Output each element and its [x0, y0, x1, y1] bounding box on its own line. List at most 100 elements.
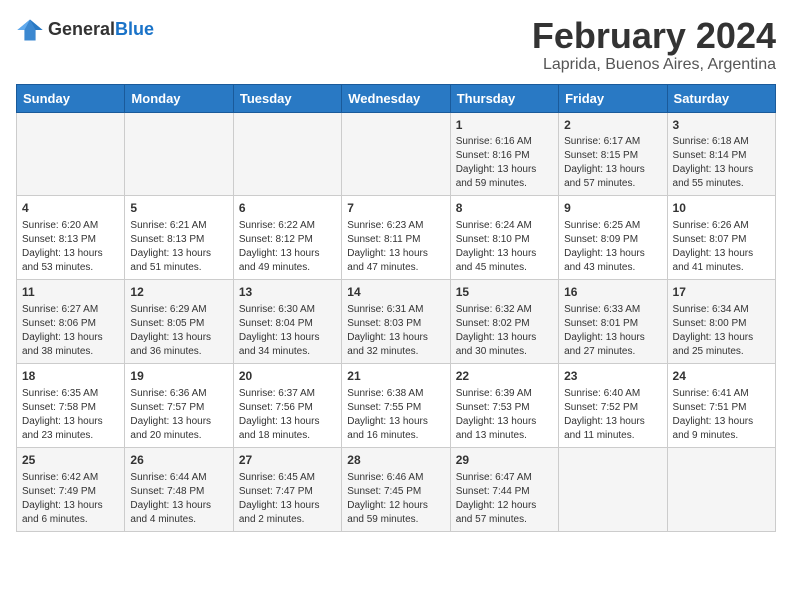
day-number: 12 [130, 284, 227, 301]
calendar-cell-w1-d4 [342, 112, 450, 196]
calendar-cell-w5-d2: 26 Sunrise: 6:44 AM Sunset: 7:48 PM Dayli… [125, 447, 233, 531]
header-tuesday: Tuesday [233, 84, 341, 112]
day-info: Sunrise: 6:45 AM Sunset: 7:47 PM Dayligh… [239, 471, 336, 527]
header: GeneralBlue February 2024 Laprida, Bueno… [16, 16, 776, 74]
calendar-cell-w1-d5: 1Sunrise: 6:16 AM Sunset: 8:16 PM Daylig… [450, 112, 558, 196]
day-info: Sunrise: 6:23 AM Sunset: 8:11 PM Dayligh… [347, 219, 444, 275]
calendar-cell-w5-d3: 27 Sunrise: 6:45 AM Sunset: 7:47 PM Dayli… [233, 447, 341, 531]
day-number: 3 [673, 117, 770, 134]
day-number: 4 [22, 200, 119, 217]
calendar-cell-w2-d4: 7 Sunrise: 6:23 AM Sunset: 8:11 PM Daylig… [342, 196, 450, 280]
day-number: 28 [347, 452, 444, 469]
calendar-cell-w1-d7: 3Sunrise: 6:18 AM Sunset: 8:14 PM Daylig… [667, 112, 775, 196]
header-friday: Friday [559, 84, 667, 112]
day-info: Sunrise: 6:37 AM Sunset: 7:56 PM Dayligh… [239, 387, 336, 443]
day-number: 15 [456, 284, 553, 301]
calendar-cell-w1-d1 [17, 112, 125, 196]
day-info: Sunrise: 6:41 AM Sunset: 7:51 PM Dayligh… [673, 387, 770, 443]
day-info: Sunrise: 6:25 AM Sunset: 8:09 PM Dayligh… [564, 219, 661, 275]
calendar-cell-w1-d6: 2Sunrise: 6:17 AM Sunset: 8:15 PM Daylig… [559, 112, 667, 196]
day-number: 2 [564, 117, 661, 134]
title-area: February 2024 Laprida, Buenos Aires, Arg… [532, 16, 776, 74]
day-info: Sunrise: 6:31 AM Sunset: 8:03 PM Dayligh… [347, 303, 444, 359]
day-info: Sunrise: 6:33 AM Sunset: 8:01 PM Dayligh… [564, 303, 661, 359]
calendar-cell-w3-d3: 13 Sunrise: 6:30 AM Sunset: 8:04 PM Dayli… [233, 280, 341, 364]
day-info: Sunrise: 6:16 AM Sunset: 8:16 PM Dayligh… [456, 135, 553, 191]
day-info: Sunrise: 6:47 AM Sunset: 7:44 PM Dayligh… [456, 471, 553, 527]
calendar-cell-w2-d6: 9 Sunrise: 6:25 AM Sunset: 8:09 PM Daylig… [559, 196, 667, 280]
day-info: Sunrise: 6:17 AM Sunset: 8:15 PM Dayligh… [564, 135, 661, 191]
calendar-cell-w3-d4: 14 Sunrise: 6:31 AM Sunset: 8:03 PM Dayli… [342, 280, 450, 364]
day-number: 13 [239, 284, 336, 301]
day-number: 25 [22, 452, 119, 469]
day-number: 5 [130, 200, 227, 217]
day-number: 27 [239, 452, 336, 469]
day-info: Sunrise: 6:27 AM Sunset: 8:06 PM Dayligh… [22, 303, 119, 359]
day-number: 17 [673, 284, 770, 301]
day-number: 7 [347, 200, 444, 217]
day-info: Sunrise: 6:38 AM Sunset: 7:55 PM Dayligh… [347, 387, 444, 443]
calendar-cell-w5-d5: 29Sunrise: 6:47 AM Sunset: 7:44 PM Dayli… [450, 447, 558, 531]
calendar-cell-w4-d2: 19 Sunrise: 6:36 AM Sunset: 7:57 PM Dayli… [125, 363, 233, 447]
calendar-cell-w4-d7: 24Sunrise: 6:41 AM Sunset: 7:51 PM Dayli… [667, 363, 775, 447]
header-sunday: Sunday [17, 84, 125, 112]
calendar-cell-w5-d7 [667, 447, 775, 531]
day-number: 8 [456, 200, 553, 217]
week-row-4: 18Sunrise: 6:35 AM Sunset: 7:58 PM Dayli… [17, 363, 776, 447]
week-row-1: 1Sunrise: 6:16 AM Sunset: 8:16 PM Daylig… [17, 112, 776, 196]
header-wednesday: Wednesday [342, 84, 450, 112]
calendar-cell-w5-d6 [559, 447, 667, 531]
day-number: 9 [564, 200, 661, 217]
calendar-cell-w1-d2 [125, 112, 233, 196]
day-info: Sunrise: 6:20 AM Sunset: 8:13 PM Dayligh… [22, 219, 119, 275]
day-number: 26 [130, 452, 227, 469]
calendar-cell-w5-d1: 25 Sunrise: 6:42 AM Sunset: 7:49 PM Dayli… [17, 447, 125, 531]
calendar-cell-w4-d4: 21 Sunrise: 6:38 AM Sunset: 7:55 PM Dayli… [342, 363, 450, 447]
day-number: 21 [347, 368, 444, 385]
week-row-2: 4 Sunrise: 6:20 AM Sunset: 8:13 PM Daylig… [17, 196, 776, 280]
calendar-cell-w2-d5: 8Sunrise: 6:24 AM Sunset: 8:10 PM Daylig… [450, 196, 558, 280]
logo-general-text: GeneralBlue [48, 20, 154, 40]
day-number: 1 [456, 117, 553, 134]
calendar-cell-w4-d5: 22Sunrise: 6:39 AM Sunset: 7:53 PM Dayli… [450, 363, 558, 447]
day-info: Sunrise: 6:29 AM Sunset: 8:05 PM Dayligh… [130, 303, 227, 359]
day-info: Sunrise: 6:35 AM Sunset: 7:58 PM Dayligh… [22, 387, 119, 443]
day-info: Sunrise: 6:42 AM Sunset: 7:49 PM Dayligh… [22, 471, 119, 527]
day-info: Sunrise: 6:32 AM Sunset: 8:02 PM Dayligh… [456, 303, 553, 359]
day-info: Sunrise: 6:26 AM Sunset: 8:07 PM Dayligh… [673, 219, 770, 275]
week-row-3: 11 Sunrise: 6:27 AM Sunset: 8:06 PM Dayli… [17, 280, 776, 364]
calendar-cell-w3-d5: 15 Sunrise: 6:32 AM Sunset: 8:02 PM Dayli… [450, 280, 558, 364]
day-info: Sunrise: 6:36 AM Sunset: 7:57 PM Dayligh… [130, 387, 227, 443]
subtitle: Laprida, Buenos Aires, Argentina [532, 56, 776, 74]
week-row-5: 25 Sunrise: 6:42 AM Sunset: 7:49 PM Dayli… [17, 447, 776, 531]
day-number: 6 [239, 200, 336, 217]
day-number: 20 [239, 368, 336, 385]
day-number: 23 [564, 368, 661, 385]
calendar-header-row: SundayMondayTuesdayWednesdayThursdayFrid… [17, 84, 776, 112]
calendar-cell-w1-d3 [233, 112, 341, 196]
day-number: 10 [673, 200, 770, 217]
day-number: 16 [564, 284, 661, 301]
calendar-cell-w3-d1: 11 Sunrise: 6:27 AM Sunset: 8:06 PM Dayli… [17, 280, 125, 364]
calendar-cell-w4-d1: 18Sunrise: 6:35 AM Sunset: 7:58 PM Dayli… [17, 363, 125, 447]
calendar-cell-w4-d3: 20 Sunrise: 6:37 AM Sunset: 7:56 PM Dayli… [233, 363, 341, 447]
logo-bird-icon [16, 16, 44, 44]
day-number: 11 [22, 284, 119, 301]
day-number: 19 [130, 368, 227, 385]
day-info: Sunrise: 6:46 AM Sunset: 7:45 PM Dayligh… [347, 471, 444, 527]
day-number: 22 [456, 368, 553, 385]
logo: GeneralBlue [16, 16, 154, 44]
calendar-cell-w3-d6: 16 Sunrise: 6:33 AM Sunset: 8:01 PM Dayli… [559, 280, 667, 364]
main-title: February 2024 [532, 16, 776, 56]
calendar-cell-w2-d1: 4 Sunrise: 6:20 AM Sunset: 8:13 PM Daylig… [17, 196, 125, 280]
day-info: Sunrise: 6:34 AM Sunset: 8:00 PM Dayligh… [673, 303, 770, 359]
day-number: 14 [347, 284, 444, 301]
day-info: Sunrise: 6:22 AM Sunset: 8:12 PM Dayligh… [239, 219, 336, 275]
calendar-cell-w2-d7: 10 Sunrise: 6:26 AM Sunset: 8:07 PM Dayli… [667, 196, 775, 280]
day-info: Sunrise: 6:44 AM Sunset: 7:48 PM Dayligh… [130, 471, 227, 527]
day-info: Sunrise: 6:18 AM Sunset: 8:14 PM Dayligh… [673, 135, 770, 191]
calendar-cell-w3-d7: 17 Sunrise: 6:34 AM Sunset: 8:00 PM Dayli… [667, 280, 775, 364]
calendar-table: SundayMondayTuesdayWednesdayThursdayFrid… [16, 84, 776, 532]
header-monday: Monday [125, 84, 233, 112]
day-info: Sunrise: 6:30 AM Sunset: 8:04 PM Dayligh… [239, 303, 336, 359]
